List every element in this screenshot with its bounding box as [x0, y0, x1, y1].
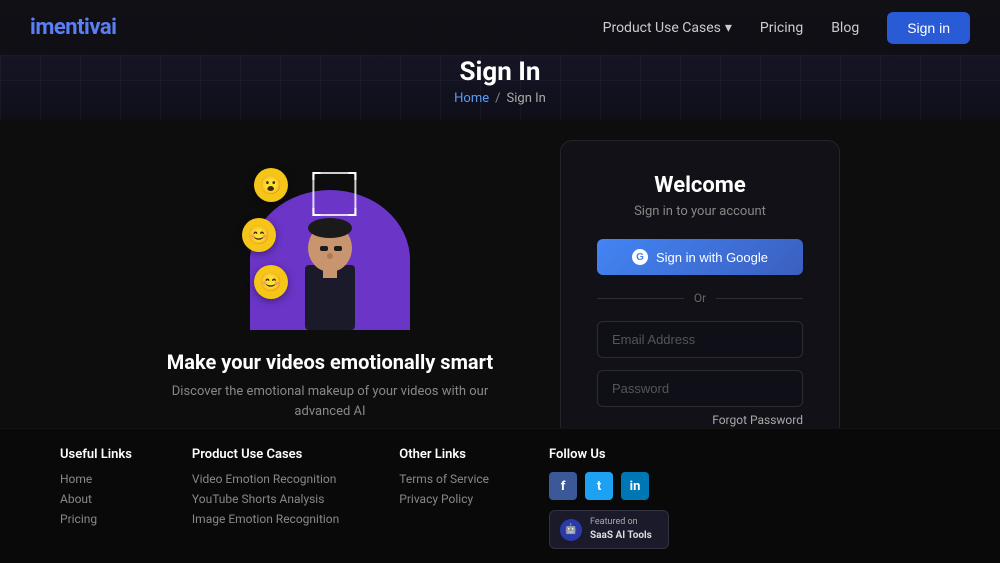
- illustration: 😮 😊 😊: [230, 150, 430, 330]
- nav-pricing-label: Pricing: [760, 20, 803, 36]
- footer-follow-us: Follow Us f t in 🤖 Featured on SaaS AI T…: [549, 447, 669, 549]
- page-title: Sign In: [460, 57, 541, 87]
- footer-link-privacy[interactable]: Privacy Policy: [399, 492, 489, 506]
- footer-link-pricing[interactable]: Pricing: [60, 512, 132, 526]
- illustration-person: [290, 200, 370, 330]
- saas-badge: 🤖 Featured on SaaS AI Tools: [549, 510, 669, 549]
- saas-badge-text: Featured on SaaS AI Tools: [590, 517, 652, 542]
- scan-corner-tr: [348, 172, 356, 180]
- divider-or-text: Or: [694, 291, 706, 305]
- illustration-subtext: Discover the emotional makeup of your vi…: [160, 382, 500, 421]
- footer-link-youtube-shorts[interactable]: YouTube Shorts Analysis: [192, 492, 339, 506]
- nav-pricing[interactable]: Pricing: [760, 20, 803, 36]
- nav-blog-label: Blog: [831, 20, 859, 36]
- footer-link-home[interactable]: Home: [60, 472, 132, 486]
- nav-blog[interactable]: Blog: [831, 20, 859, 36]
- navbar: imentivai Product Use Cases ▾ Pricing Bl…: [0, 0, 1000, 56]
- breadcrumb-home-link[interactable]: Home: [454, 91, 489, 106]
- footer-follow-heading: Follow Us: [549, 447, 669, 462]
- brand-logo[interactable]: imentivai: [30, 15, 116, 40]
- divider-line-right: [716, 298, 803, 299]
- footer-link-about[interactable]: About: [60, 492, 132, 506]
- footer-product-use-cases: Product Use Cases Video Emotion Recognit…: [192, 447, 339, 549]
- scan-corner-tl: [312, 172, 320, 180]
- divider: Or: [597, 291, 803, 305]
- forgot-password-link[interactable]: Forgot Password: [712, 413, 803, 427]
- breadcrumb-separator: /: [495, 91, 500, 106]
- password-field[interactable]: [597, 370, 803, 407]
- linkedin-icon[interactable]: in: [621, 472, 649, 500]
- scan-corner-br: [348, 208, 356, 216]
- emotion-icon-2: 😊: [242, 218, 276, 252]
- footer-link-video-emotion[interactable]: Video Emotion Recognition: [192, 472, 339, 486]
- footer-other-heading: Other Links: [399, 447, 489, 462]
- logo-text-part1: imentiv: [30, 15, 100, 40]
- face-scan-box: [312, 172, 356, 216]
- google-icon: G: [632, 249, 648, 265]
- left-panel: 😮 😊 😊 Make your videos emotionally smart…: [160, 140, 500, 421]
- footer-useful-links-list: Home About Pricing: [60, 472, 132, 526]
- nav-product-use-cases[interactable]: Product Use Cases ▾: [603, 20, 732, 36]
- footer-product-list: Video Emotion Recognition YouTube Shorts…: [192, 472, 339, 526]
- footer-other-links: Other Links Terms of Service Privacy Pol…: [399, 447, 489, 549]
- saas-badge-icon: 🤖: [560, 519, 582, 541]
- footer: Useful Links Home About Pricing Product …: [0, 428, 1000, 563]
- twitter-icon[interactable]: t: [585, 472, 613, 500]
- emotion-icon-1: 😮: [254, 168, 288, 202]
- forgot-password-row: Forgot Password: [597, 413, 803, 427]
- signin-subtitle: Sign in to your account: [634, 204, 766, 219]
- nav-product-label: Product Use Cases: [603, 20, 721, 36]
- nav-links: Product Use Cases ▾ Pricing Blog Sign in: [603, 12, 970, 44]
- social-icons-group: f t in: [549, 472, 669, 500]
- breadcrumb-current-page: Sign In: [507, 91, 546, 106]
- chevron-down-icon: ▾: [725, 20, 732, 36]
- illustration-heading: Make your videos emotionally smart: [167, 350, 493, 374]
- navbar-signin-button[interactable]: Sign in: [887, 12, 970, 44]
- footer-useful-links-heading: Useful Links: [60, 447, 132, 462]
- footer-product-heading: Product Use Cases: [192, 447, 339, 462]
- scan-corner-bl: [312, 208, 320, 216]
- emotion-icon-3: 😊: [254, 265, 288, 299]
- email-field[interactable]: [597, 321, 803, 358]
- footer-useful-links: Useful Links Home About Pricing: [60, 447, 132, 549]
- breadcrumb: Home / Sign In: [454, 91, 546, 106]
- facebook-icon[interactable]: f: [549, 472, 577, 500]
- footer-link-tos[interactable]: Terms of Service: [399, 472, 489, 486]
- divider-line-left: [597, 298, 684, 299]
- google-signin-button[interactable]: G Sign in with Google: [597, 239, 803, 275]
- signin-title: Welcome: [654, 173, 745, 198]
- footer-other-list: Terms of Service Privacy Policy: [399, 472, 489, 506]
- logo-text-accent: ai: [100, 15, 117, 40]
- footer-link-image-emotion[interactable]: Image Emotion Recognition: [192, 512, 339, 526]
- google-signin-label: Sign in with Google: [656, 250, 768, 265]
